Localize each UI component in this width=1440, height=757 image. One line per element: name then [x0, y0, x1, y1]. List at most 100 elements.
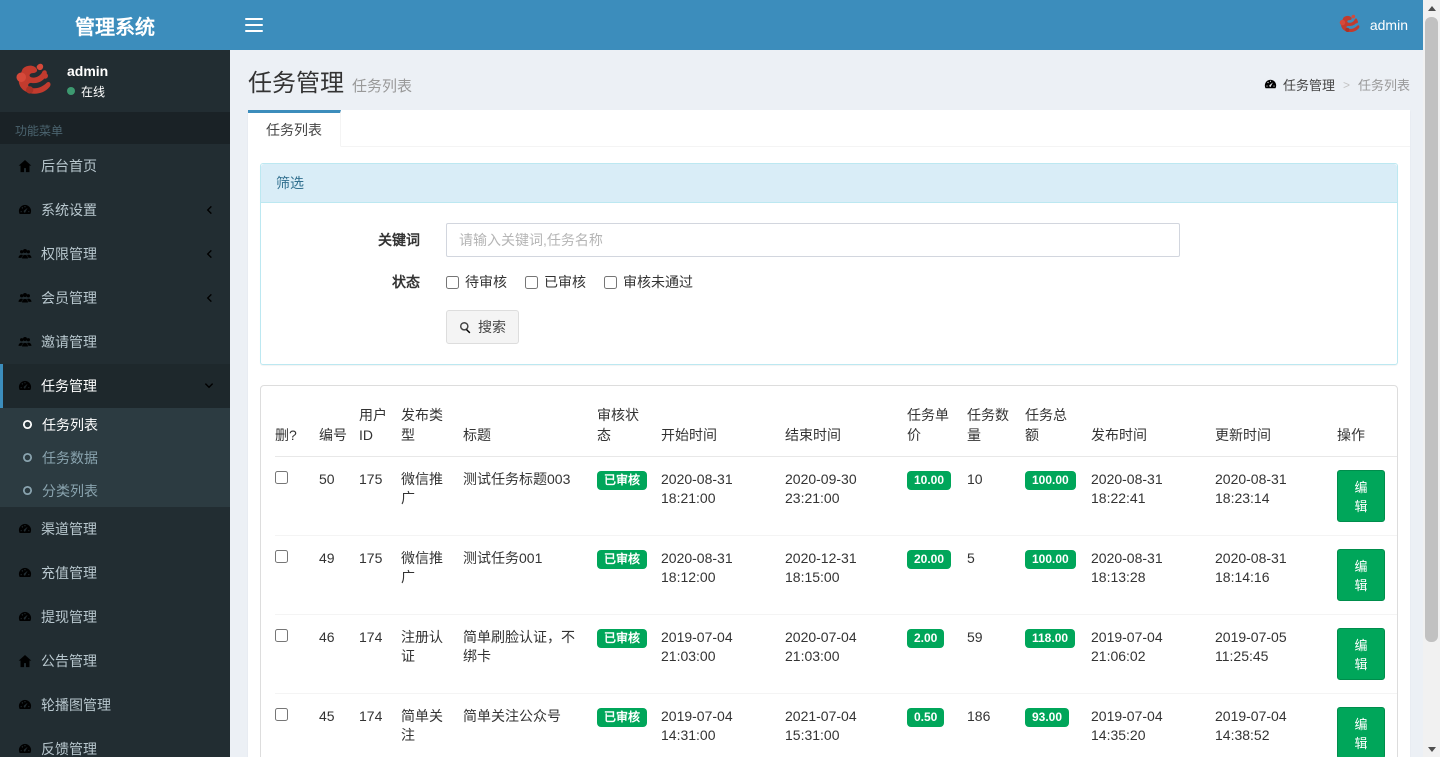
edit-button[interactable]: 编辑	[1337, 548, 1385, 601]
cell-end: 2020-12-31 18:15:00	[785, 535, 907, 615]
status-label: 状态	[392, 274, 420, 290]
breadcrumb: 任务管理 > 任务列表	[1264, 75, 1410, 94]
search-button[interactable]: 搜索	[446, 310, 519, 344]
status-badge: 已审核	[597, 470, 648, 491]
cell-title: 测试任务001	[463, 535, 597, 615]
cell-qty: 10	[967, 456, 1025, 536]
edit-button[interactable]: 编辑	[1337, 627, 1385, 680]
sidebar-item-label: 权限管理	[41, 246, 97, 262]
col-header-updated: 更新时间	[1215, 401, 1337, 457]
tab-task-list[interactable]: 任务列表	[248, 110, 341, 147]
sidebar-item-system-settings[interactable]: 系统设置	[0, 188, 230, 232]
status-option-approved[interactable]: 已审核	[525, 272, 586, 292]
sidebar-item-label: 后台首页	[41, 158, 97, 174]
status-badge: 已审核	[597, 707, 648, 728]
sidebar-item-label: 反馈管理	[41, 741, 97, 757]
col-header-start: 开始时间	[661, 401, 785, 457]
brand-title[interactable]: 管理系统	[0, 0, 230, 50]
cell-user-id: 174	[359, 693, 401, 757]
row-checkbox[interactable]	[275, 707, 288, 721]
scrollbar-thumb[interactable]	[1425, 17, 1438, 642]
hamburger-icon[interactable]	[245, 18, 263, 32]
col-header-title: 标题	[463, 401, 597, 457]
sidebar-subitem-task-data[interactable]: 任务数据	[0, 441, 230, 474]
status-badge: 已审核	[597, 549, 648, 570]
scrollbar-up-arrow[interactable]	[1423, 0, 1440, 16]
cell-updated: 2020-08-31 18:14:16	[1215, 535, 1337, 615]
cell-start: 2019-07-04 21:03:00	[661, 614, 785, 694]
col-header-total: 任务总额	[1025, 401, 1091, 457]
scrollbar-down-arrow[interactable]	[1423, 741, 1440, 757]
status-checkbox-approved[interactable]	[525, 275, 538, 289]
cell-user-id: 175	[359, 456, 401, 536]
user-avatar	[10, 59, 55, 104]
sidebar-subitem-label: 任务数据	[42, 449, 98, 466]
users-icon	[18, 335, 32, 349]
sidebar-item-label: 会员管理	[41, 290, 97, 306]
row-checkbox[interactable]	[275, 549, 288, 563]
cell-qty: 5	[967, 535, 1025, 615]
users-icon	[18, 291, 32, 305]
row-checkbox[interactable]	[275, 470, 288, 484]
cell-qty: 186	[967, 693, 1025, 757]
sidebar-item-withdraw-mgmt[interactable]: 提现管理	[0, 595, 230, 639]
breadcrumb-separator: >	[1342, 77, 1350, 92]
user-status-label: 在线	[81, 84, 106, 99]
cell-published: 2020-08-31 18:13:28	[1091, 535, 1215, 615]
sidebar-item-label: 渠道管理	[41, 521, 97, 537]
edit-button[interactable]: 编辑	[1337, 706, 1385, 757]
circle-icon	[22, 419, 33, 430]
home-icon	[18, 159, 32, 173]
cell-start: 2020-08-31 18:12:00	[661, 535, 785, 615]
status-option-rejected[interactable]: 审核未通过	[604, 272, 693, 292]
cell-published: 2019-07-04 14:35:20	[1091, 693, 1215, 757]
navbar-username: admin	[1369, 17, 1408, 33]
sidebar-item-task-mgmt[interactable]: 任务管理	[0, 364, 230, 408]
col-header-delete: 删?	[275, 401, 319, 457]
sidebar-subitem-task-list[interactable]: 任务列表	[0, 408, 230, 441]
tab-content: 筛选 关键词 状态 待审核 已审核	[248, 147, 1410, 757]
cell-updated: 2019-07-05 11:25:45	[1215, 614, 1337, 694]
users-icon	[18, 247, 32, 261]
browser-scrollbar[interactable]	[1423, 0, 1440, 757]
task-submenu: 任务列表 任务数据 分类列表	[0, 408, 230, 507]
col-header-end: 结束时间	[785, 401, 907, 457]
cell-updated: 2019-07-04 14:38:52	[1215, 693, 1337, 757]
filter-panel: 筛选 关键词 状态 待审核 已审核	[260, 163, 1398, 365]
row-checkbox[interactable]	[275, 628, 288, 642]
total-badge: 93.00	[1025, 707, 1070, 728]
status-checkbox-rejected[interactable]	[604, 275, 617, 289]
table-row: 50 175 微信推广 测试任务标题003 已审核 2020-08-31 18:…	[275, 456, 1397, 536]
col-header-qty: 任务数量	[967, 401, 1025, 457]
sidebar-item-carousel-mgmt[interactable]: 轮播图管理	[0, 683, 230, 727]
circle-icon	[22, 485, 33, 496]
col-header-price: 任务单价	[907, 401, 967, 457]
sidebar-item-label: 任务管理	[41, 378, 97, 394]
cell-type: 注册认证	[401, 614, 463, 694]
cell-id: 49	[319, 535, 359, 615]
table-row: 49 175 微信推广 测试任务001 已审核 2020-08-31 18:12…	[275, 535, 1397, 615]
sidebar-item-recharge-mgmt[interactable]: 充值管理	[0, 551, 230, 595]
table-header-row: 删? 编号 用户ID 发布类型 标题 审核状态 开始时间 结束时间 任务单价 任…	[275, 401, 1397, 457]
breadcrumb-parent[interactable]: 任务管理	[1283, 75, 1335, 94]
sidebar-menu-header: 功能菜单	[0, 112, 230, 144]
sidebar-item-invite-mgmt[interactable]: 邀请管理	[0, 320, 230, 364]
sidebar-item-member-mgmt[interactable]: 会员管理	[0, 276, 230, 320]
status-option-pending[interactable]: 待审核	[446, 272, 507, 292]
edit-button[interactable]: 编辑	[1337, 469, 1385, 522]
navbar-user-menu[interactable]: admin	[1336, 12, 1408, 38]
keyword-input[interactable]	[446, 223, 1180, 257]
sidebar-item-dashboard-home[interactable]: 后台首页	[0, 144, 230, 188]
sidebar-item-label: 邀请管理	[41, 334, 97, 350]
sidebar-subitem-category-list[interactable]: 分类列表	[0, 474, 230, 507]
cell-type: 简单关注	[401, 693, 463, 757]
sidebar-item-permission-mgmt[interactable]: 权限管理	[0, 232, 230, 276]
circle-icon	[22, 452, 33, 463]
search-icon	[459, 321, 472, 334]
status-checkbox-pending[interactable]	[446, 275, 459, 289]
main-area: admin 任务管理 任务列表 任务管理 > 任务列表 任务列表 筛选 关键词 …	[230, 0, 1423, 757]
sidebar-item-channel-mgmt[interactable]: 渠道管理	[0, 507, 230, 551]
col-header-published: 发布时间	[1091, 401, 1215, 457]
sidebar-item-feedback-mgmt[interactable]: 反馈管理	[0, 727, 230, 757]
sidebar-item-announcement-mgmt[interactable]: 公告管理	[0, 639, 230, 683]
